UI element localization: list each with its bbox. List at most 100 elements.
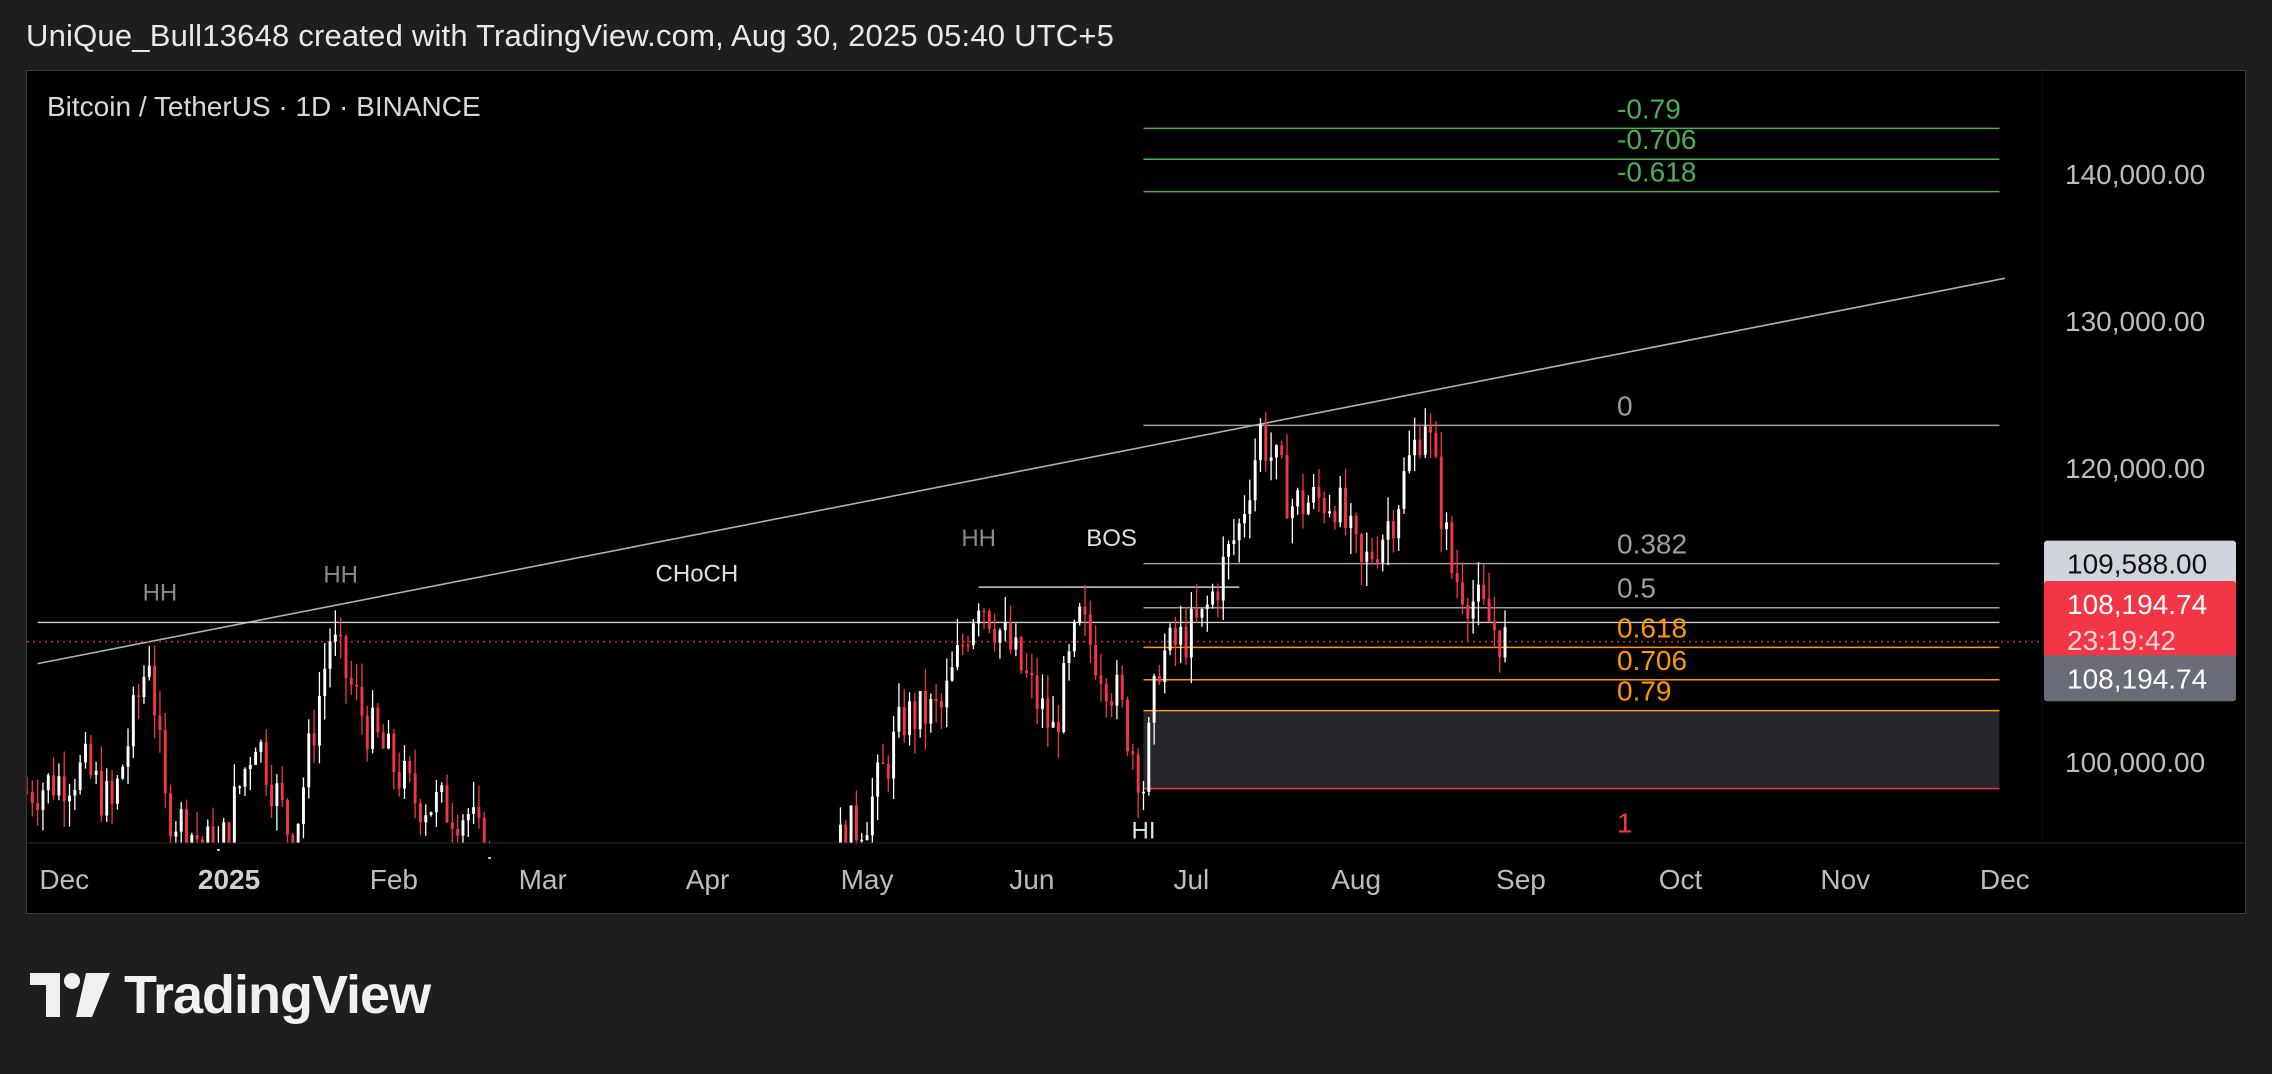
candle[interactable] [355, 663, 359, 701]
candle[interactable] [371, 690, 375, 754]
candle[interactable] [1338, 476, 1342, 528]
candle[interactable] [1471, 579, 1475, 634]
candle[interactable] [987, 609, 991, 634]
candle[interactable] [1301, 473, 1305, 529]
candle[interactable] [73, 778, 77, 811]
candle[interactable] [854, 790, 858, 843]
candle[interactable] [78, 754, 82, 795]
candle[interactable] [312, 709, 316, 763]
candle[interactable] [1216, 583, 1220, 618]
candle[interactable] [1120, 665, 1124, 708]
candle[interactable] [429, 811, 433, 817]
candle[interactable] [1461, 562, 1464, 614]
tradingview-logo[interactable]: TradingView [30, 965, 431, 1025]
candle[interactable] [1163, 633, 1167, 694]
candle[interactable] [477, 785, 481, 829]
candle[interactable] [62, 751, 66, 827]
candle[interactable] [977, 603, 981, 637]
candle[interactable] [1243, 495, 1246, 538]
candle[interactable] [307, 719, 311, 799]
candle[interactable] [955, 618, 959, 671]
candle[interactable] [1088, 600, 1092, 663]
candle[interactable] [280, 766, 284, 808]
candle[interactable] [860, 833, 864, 843]
price-chart[interactable]: -0.79-0.706-0.618 0 0.382 0.5 0.6180.7060.79… [27, 71, 2247, 915]
candle[interactable] [190, 832, 194, 843]
candle[interactable] [121, 764, 125, 780]
candle[interactable] [1503, 610, 1507, 663]
candle[interactable] [913, 692, 917, 754]
candle[interactable] [1115, 660, 1119, 720]
candle[interactable] [1423, 408, 1427, 459]
trend-line[interactable] [37, 277, 2005, 665]
candle[interactable] [1046, 675, 1050, 747]
candle[interactable] [1253, 438, 1257, 512]
candle[interactable] [1009, 605, 1013, 654]
candle[interactable] [434, 779, 438, 827]
candle[interactable] [349, 660, 353, 696]
candle[interactable] [1370, 537, 1374, 566]
candle[interactable] [27, 776, 29, 796]
candle[interactable] [1195, 584, 1199, 623]
candle[interactable] [397, 752, 401, 797]
candle[interactable] [998, 628, 1002, 659]
candle[interactable] [1312, 473, 1316, 510]
candle[interactable] [1189, 591, 1193, 684]
candle[interactable] [1455, 549, 1459, 599]
candle[interactable] [323, 643, 327, 720]
candle[interactable] [153, 645, 157, 739]
candle[interactable] [275, 774, 279, 831]
candle[interactable] [232, 764, 236, 843]
candle[interactable] [1317, 469, 1321, 513]
candle[interactable] [1322, 491, 1326, 524]
candle[interactable] [1360, 532, 1363, 586]
candle[interactable] [1200, 608, 1204, 627]
candle[interactable] [264, 729, 268, 796]
candle[interactable] [961, 633, 965, 656]
candle[interactable] [163, 713, 167, 808]
candle[interactable] [211, 807, 215, 843]
candle[interactable] [41, 782, 45, 831]
candle[interactable] [94, 761, 98, 785]
candle[interactable] [142, 665, 146, 705]
candle[interactable] [424, 804, 428, 836]
candle[interactable] [1099, 653, 1103, 702]
candle[interactable] [1025, 653, 1028, 679]
candle[interactable] [413, 749, 417, 819]
candle[interactable] [445, 774, 449, 824]
candle[interactable] [296, 823, 300, 843]
candle[interactable] [105, 768, 109, 822]
candle[interactable] [238, 785, 242, 795]
candle[interactable] [418, 798, 422, 836]
candle[interactable] [1227, 540, 1231, 580]
candle[interactable] [46, 773, 50, 804]
candle[interactable] [1418, 423, 1422, 459]
candle[interactable] [185, 799, 188, 843]
candle[interactable] [950, 651, 954, 682]
candle[interactable] [1030, 654, 1034, 699]
candle[interactable] [200, 836, 204, 843]
candle[interactable] [408, 756, 412, 783]
candle[interactable] [844, 819, 848, 843]
candle[interactable] [1062, 655, 1066, 734]
candle[interactable] [1168, 623, 1172, 656]
candle[interactable] [360, 663, 364, 735]
candle[interactable] [1258, 418, 1262, 473]
candle[interactable] [1110, 693, 1114, 717]
candle[interactable] [286, 797, 289, 843]
candle[interactable] [886, 755, 890, 792]
candle[interactable] [897, 683, 901, 738]
candle[interactable] [440, 782, 444, 803]
candle[interactable] [270, 764, 274, 818]
candle[interactable] [1391, 510, 1395, 553]
candle[interactable] [52, 757, 56, 800]
candle[interactable] [1131, 743, 1135, 770]
candle[interactable] [1450, 516, 1454, 580]
candle[interactable] [1333, 505, 1337, 530]
candle[interactable] [971, 619, 975, 650]
candle[interactable] [216, 826, 220, 851]
candle[interactable] [1476, 562, 1480, 626]
candle[interactable] [1126, 696, 1130, 756]
candle[interactable] [1232, 519, 1236, 556]
candle[interactable] [254, 747, 258, 765]
